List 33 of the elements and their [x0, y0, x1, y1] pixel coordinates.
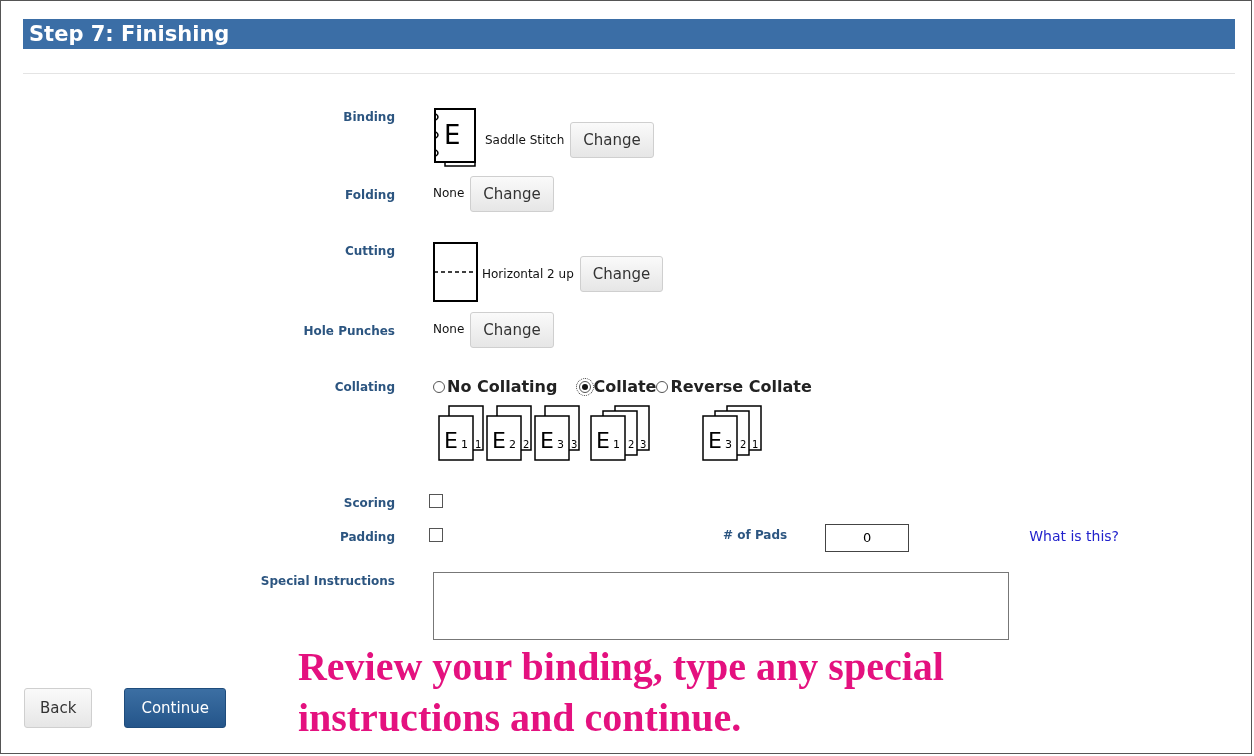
change-button[interactable]: Change [470, 312, 554, 348]
radio-icon[interactable] [433, 380, 445, 393]
field-label: Special Instructions [260, 573, 395, 590]
field-label: # of Pads [723, 528, 788, 542]
radio-option[interactable]: Collate [579, 377, 657, 396]
help-link[interactable]: What is this? [1029, 528, 1120, 544]
checkbox[interactable] [429, 528, 443, 542]
binding-value: Saddle Stitch [485, 133, 565, 147]
field-label: Scoring [343, 495, 395, 512]
radio-option[interactable]: No Collating [433, 377, 558, 396]
change-button[interactable]: Change [570, 122, 654, 158]
back-button[interactable]: Back [24, 688, 93, 728]
field-label: Collating [334, 379, 395, 396]
radio-option[interactable]: Reverse Collate [656, 377, 812, 396]
field-label: Binding [343, 109, 395, 126]
change-button[interactable]: Change [470, 176, 554, 212]
section-header: Step 7: Finishing [23, 19, 1235, 49]
pads-field[interactable]: 0 [825, 524, 910, 552]
annotation-text: Review your binding, type any special instructions and continue. [297, 643, 945, 742]
change-button[interactable]: Change [579, 256, 664, 292]
radio-icon[interactable] [656, 380, 669, 393]
checkbox[interactable] [429, 494, 443, 508]
cut-sheet-icon [433, 242, 479, 304]
field-label: Hole Punches [303, 323, 395, 340]
cutting-value: Horizontal 2 up [482, 267, 574, 281]
field-label: Padding [340, 529, 395, 546]
folding-value: None [433, 186, 465, 200]
radio-icon[interactable] [579, 380, 592, 393]
field-label: Cutting [344, 243, 395, 260]
continue-button[interactable]: Continue [124, 688, 226, 728]
instructions-field[interactable] [433, 572, 1009, 640]
field-label: Folding [345, 187, 395, 204]
hole-punch-value: None [433, 322, 465, 336]
